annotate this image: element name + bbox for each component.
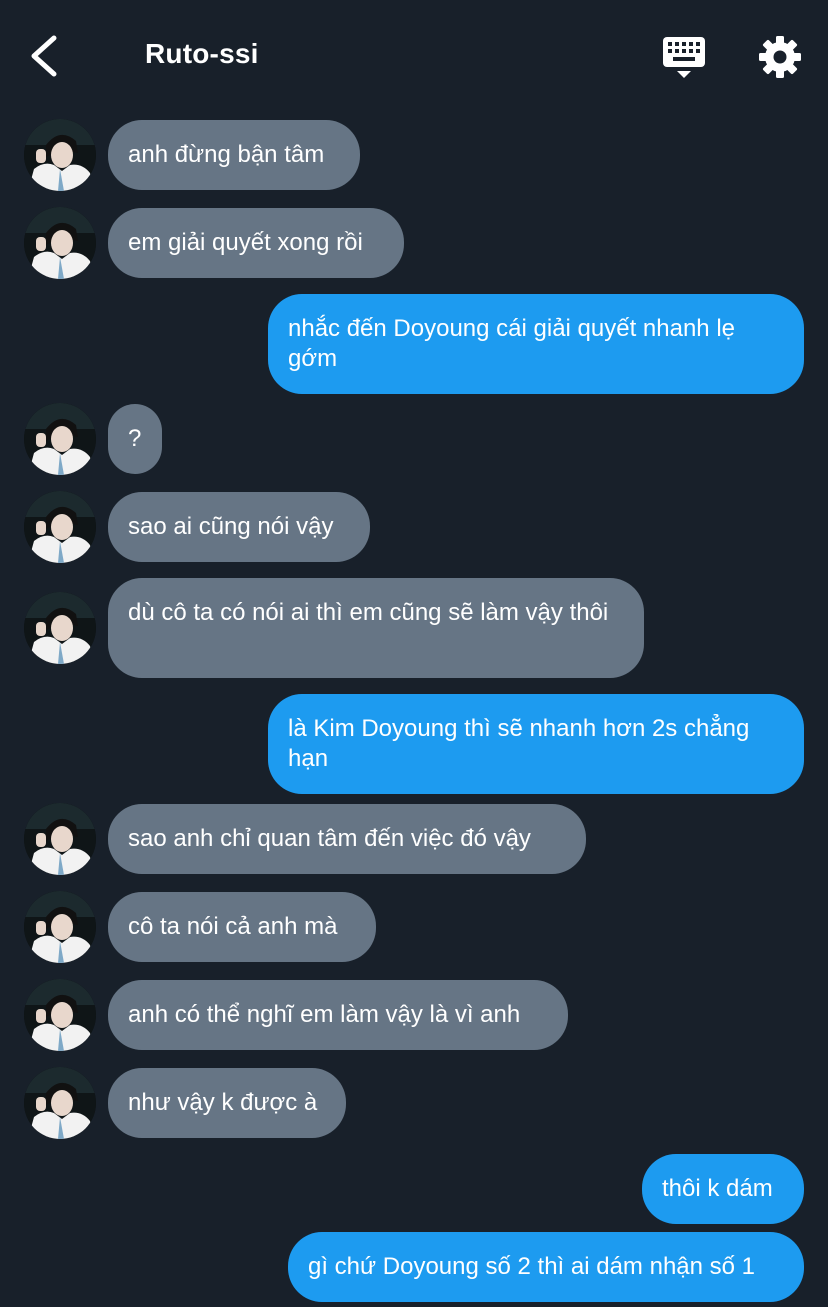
incoming-message-row: ? [0, 403, 828, 475]
incoming-message-row: dù cô ta có nói ai thì em cũng sẽ làm vậ… [0, 578, 828, 678]
incoming-message-row: sao ai cũng nói vậy [0, 491, 828, 563]
avatar[interactable] [24, 979, 96, 1051]
outgoing-message-bubble[interactable]: gì chứ Doyoung số 2 thì ai dám nhận số 1 [288, 1232, 804, 1302]
outgoing-message-bubble[interactable]: thôi k dám [642, 1154, 804, 1224]
avatar[interactable] [24, 592, 96, 664]
avatar[interactable] [24, 491, 96, 563]
incoming-message-bubble[interactable]: cô ta nói cả anh mà [108, 892, 376, 962]
back-button[interactable] [22, 30, 66, 82]
outgoing-message-row: thôi k dám [0, 1154, 828, 1224]
incoming-message-row: anh đừng bận tâm [0, 119, 828, 191]
incoming-message-row: em giải quyết xong rồi [0, 207, 828, 279]
incoming-message-row: anh có thể nghĩ em làm vậy là vì anh [0, 979, 828, 1051]
incoming-message-bubble[interactable]: sao anh chỉ quan tâm đến việc đó vậy [108, 804, 586, 874]
incoming-message-bubble[interactable]: ? [108, 404, 162, 474]
incoming-message-bubble[interactable]: dù cô ta có nói ai thì em cũng sẽ làm vậ… [108, 578, 644, 678]
incoming-message-row: cô ta nói cả anh mà [0, 891, 828, 963]
avatar[interactable] [24, 803, 96, 875]
chevron-left-icon [31, 35, 57, 77]
gear-icon [759, 36, 801, 78]
incoming-message-row: sao anh chỉ quan tâm đến việc đó vậy [0, 803, 828, 875]
avatar[interactable] [24, 207, 96, 279]
keyboard-button[interactable] [660, 34, 708, 80]
incoming-message-bubble[interactable]: như vậy k được à [108, 1068, 346, 1138]
outgoing-message-bubble[interactable]: nhắc đến Doyoung cái giải quyết nhanh lẹ… [268, 294, 804, 394]
avatar[interactable] [24, 403, 96, 475]
incoming-message-bubble[interactable]: sao ai cũng nói vậy [108, 492, 370, 562]
outgoing-message-row: nhắc đến Doyoung cái giải quyết nhanh lẹ… [0, 294, 828, 394]
avatar[interactable] [24, 891, 96, 963]
keyboard-icon [663, 37, 705, 78]
outgoing-message-row: là Kim Doyoung thì sẽ nhanh hơn 2s chẳng… [0, 694, 828, 794]
chat-title: Ruto-ssi [145, 38, 259, 69]
avatar[interactable] [24, 119, 96, 191]
incoming-message-bubble[interactable]: anh có thể nghĩ em làm vậy là vì anh [108, 980, 568, 1050]
chat-screen: Ruto-ssi anh đừng bận tâm em giải quyết … [0, 0, 828, 1307]
incoming-message-row: như vậy k được à [0, 1067, 828, 1139]
chat-header: Ruto-ssi [0, 0, 828, 112]
incoming-message-bubble[interactable]: anh đừng bận tâm [108, 120, 360, 190]
incoming-message-bubble[interactable]: em giải quyết xong rồi [108, 208, 404, 278]
outgoing-message-row: gì chứ Doyoung số 2 thì ai dám nhận số 1 [0, 1232, 828, 1302]
outgoing-message-bubble[interactable]: là Kim Doyoung thì sẽ nhanh hơn 2s chẳng… [268, 694, 804, 794]
settings-button[interactable] [757, 34, 803, 80]
avatar[interactable] [24, 1067, 96, 1139]
